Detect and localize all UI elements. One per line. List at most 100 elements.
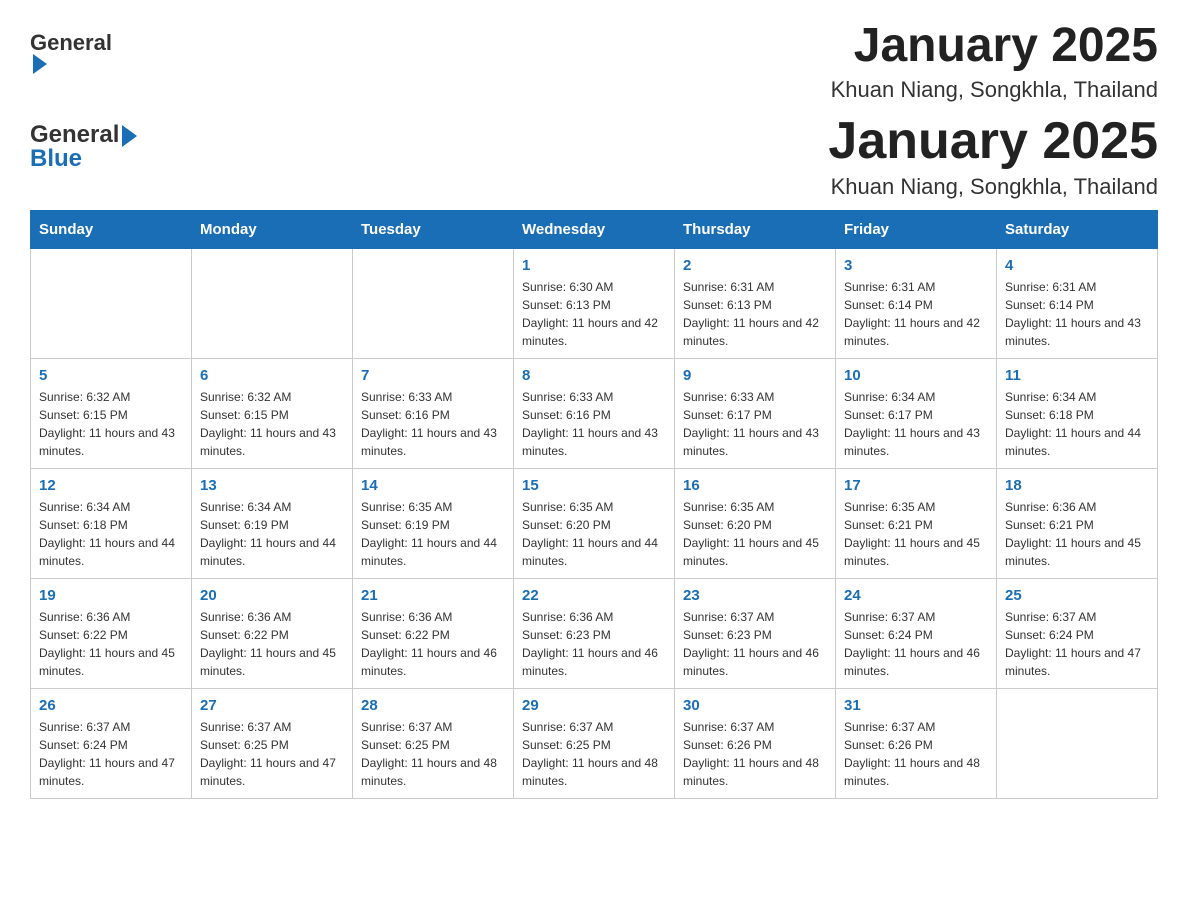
day-number: 18	[1005, 477, 1149, 494]
calendar-header-row: SundayMondayTuesdayWednesdayThursdayFrid…	[31, 210, 1158, 248]
day-number: 13	[200, 477, 344, 494]
header-tuesday: Tuesday	[353, 210, 514, 248]
day-info: Sunrise: 6:34 AMSunset: 6:17 PMDaylight:…	[844, 388, 988, 460]
day-cell: 3 Sunrise: 6:31 AMSunset: 6:14 PMDaylight…	[836, 248, 997, 358]
day-cell	[997, 688, 1158, 798]
day-cell: 14 Sunrise: 6:35 AMSunset: 6:19 PMDayligh…	[353, 468, 514, 578]
day-number: 22	[522, 587, 666, 604]
day-cell: 31 Sunrise: 6:37 AMSunset: 6:26 PMDayligh…	[836, 688, 997, 798]
day-cell: 9 Sunrise: 6:33 AMSunset: 6:17 PMDaylight…	[675, 358, 836, 468]
day-cell: 17Sunrise: 6:35 AMSunset: 6:21 PMDayligh…	[836, 468, 997, 578]
day-info: Sunrise: 6:35 AMSunset: 6:19 PMDaylight:…	[361, 498, 505, 570]
day-number: 12	[39, 477, 183, 494]
day-number: 26	[39, 697, 183, 714]
day-cell: 25 Sunrise: 6:37 AMSunset: 6:24 PMDayligh…	[997, 578, 1158, 688]
day-info: Sunrise: 6:32 AMSunset: 6:15 PMDaylight:…	[39, 388, 183, 460]
day-number: 25	[1005, 587, 1149, 604]
day-number: 28	[361, 697, 505, 714]
logo-blue-text: Blue	[30, 145, 82, 173]
day-info: Sunrise: 6:33 AMSunset: 6:17 PMDaylight:…	[683, 388, 827, 460]
day-info: Sunrise: 6:37 AMSunset: 6:25 PMDaylight:…	[200, 718, 344, 790]
week-row-1: 1 Sunrise: 6:30 AMSunset: 6:13 PMDaylight…	[31, 248, 1158, 358]
month-year-title: January 2025	[828, 113, 1158, 170]
day-number: 29	[522, 697, 666, 714]
header-monday: Monday	[192, 210, 353, 248]
day-cell: 7 Sunrise: 6:33 AMSunset: 6:16 PMDaylight…	[353, 358, 514, 468]
day-number: 4	[1005, 257, 1149, 274]
day-info: Sunrise: 6:35 AMSunset: 6:20 PMDaylight:…	[683, 498, 827, 570]
day-cell	[31, 248, 192, 358]
day-cell: 2 Sunrise: 6:31 AMSunset: 6:13 PMDaylight…	[675, 248, 836, 358]
day-cell: 30 Sunrise: 6:37 AMSunset: 6:26 PMDayligh…	[675, 688, 836, 798]
day-number: 23	[683, 587, 827, 604]
day-number: 27	[200, 697, 344, 714]
day-cell: 12 Sunrise: 6:34 AMSunset: 6:18 PMDayligh…	[31, 468, 192, 578]
day-number: 31	[844, 697, 988, 714]
day-info: Sunrise: 6:37 AMSunset: 6:24 PMDaylight:…	[1005, 608, 1149, 680]
day-number: 2	[683, 257, 827, 274]
day-number: 30	[683, 697, 827, 714]
day-info: Sunrise: 6:31 AMSunset: 6:13 PMDaylight:…	[683, 278, 827, 350]
month-title: January 2025	[831, 20, 1158, 73]
day-number: 21	[361, 587, 505, 604]
day-info: Sunrise: 6:30 AMSunset: 6:13 PMDaylight:…	[522, 278, 666, 350]
day-info: Sunrise: 6:34 AMSunset: 6:18 PMDaylight:…	[39, 498, 183, 570]
day-cell	[192, 248, 353, 358]
day-info: Sunrise: 6:36 AMSunset: 6:22 PMDaylight:…	[200, 608, 344, 680]
header-saturday: Saturday	[997, 210, 1158, 248]
week-row-5: 26 Sunrise: 6:37 AMSunset: 6:24 PMDayligh…	[31, 688, 1158, 798]
day-cell	[353, 248, 514, 358]
day-cell: 8 Sunrise: 6:33 AMSunset: 6:16 PMDaylight…	[514, 358, 675, 468]
day-number: 8	[522, 367, 666, 384]
day-cell: 13Sunrise: 6:34 AMSunset: 6:19 PMDayligh…	[192, 468, 353, 578]
day-info: Sunrise: 6:34 AMSunset: 6:18 PMDaylight:…	[1005, 388, 1149, 460]
day-number: 7	[361, 367, 505, 384]
day-number: 14	[361, 477, 505, 494]
day-number: 1	[522, 257, 666, 274]
day-info: Sunrise: 6:32 AMSunset: 6:15 PMDaylight:…	[200, 388, 344, 460]
day-cell: 21 Sunrise: 6:36 AMSunset: 6:22 PMDayligh…	[353, 578, 514, 688]
day-cell: 15Sunrise: 6:35 AMSunset: 6:20 PMDayligh…	[514, 468, 675, 578]
day-number: 5	[39, 367, 183, 384]
day-info: Sunrise: 6:31 AMSunset: 6:14 PMDaylight:…	[1005, 278, 1149, 350]
calendar-table: SundayMondayTuesdayWednesdayThursdayFrid…	[30, 210, 1158, 799]
day-info: Sunrise: 6:37 AMSunset: 6:24 PMDaylight:…	[39, 718, 183, 790]
day-cell: 10Sunrise: 6:34 AMSunset: 6:17 PMDayligh…	[836, 358, 997, 468]
day-info: Sunrise: 6:37 AMSunset: 6:23 PMDaylight:…	[683, 608, 827, 680]
day-info: Sunrise: 6:36 AMSunset: 6:23 PMDaylight:…	[522, 608, 666, 680]
day-cell: 29 Sunrise: 6:37 AMSunset: 6:25 PMDayligh…	[514, 688, 675, 798]
logo-arrow-icon	[33, 54, 47, 74]
day-info: Sunrise: 6:35 AMSunset: 6:21 PMDaylight:…	[844, 498, 988, 570]
day-number: 16	[683, 477, 827, 494]
day-info: Sunrise: 6:37 AMSunset: 6:24 PMDaylight:…	[844, 608, 988, 680]
day-info: Sunrise: 6:37 AMSunset: 6:26 PMDaylight:…	[683, 718, 827, 790]
day-cell: 22 Sunrise: 6:36 AMSunset: 6:23 PMDayligh…	[514, 578, 675, 688]
day-info: Sunrise: 6:37 AMSunset: 6:25 PMDaylight:…	[361, 718, 505, 790]
day-cell: 4 Sunrise: 6:31 AMSunset: 6:14 PMDaylight…	[997, 248, 1158, 358]
day-cell: 23 Sunrise: 6:37 AMSunset: 6:23 PMDayligh…	[675, 578, 836, 688]
header-friday: Friday	[836, 210, 997, 248]
header-thursday: Thursday	[675, 210, 836, 248]
day-info: Sunrise: 6:33 AMSunset: 6:16 PMDaylight:…	[361, 388, 505, 460]
page-header: General January 2025 Khuan Niang, Songkh…	[30, 20, 1158, 103]
day-info: Sunrise: 6:31 AMSunset: 6:14 PMDaylight:…	[844, 278, 988, 350]
day-number: 9	[683, 367, 827, 384]
header-sunday: Sunday	[31, 210, 192, 248]
day-info: Sunrise: 6:36 AMSunset: 6:21 PMDaylight:…	[1005, 498, 1149, 570]
day-info: Sunrise: 6:36 AMSunset: 6:22 PMDaylight:…	[361, 608, 505, 680]
week-row-2: 5 Sunrise: 6:32 AMSunset: 6:15 PMDaylight…	[31, 358, 1158, 468]
day-info: Sunrise: 6:36 AMSunset: 6:22 PMDaylight:…	[39, 608, 183, 680]
title-section: January 2025 Khuan Niang, Songkhla, Thai…	[831, 20, 1158, 103]
day-info: Sunrise: 6:37 AMSunset: 6:25 PMDaylight:…	[522, 718, 666, 790]
day-cell: 16 Sunrise: 6:35 AMSunset: 6:20 PMDayligh…	[675, 468, 836, 578]
day-info: Sunrise: 6:35 AMSunset: 6:20 PMDaylight:…	[522, 498, 666, 570]
day-number: 19	[39, 587, 183, 604]
day-number: 3	[844, 257, 988, 274]
day-info: Sunrise: 6:33 AMSunset: 6:16 PMDaylight:…	[522, 388, 666, 460]
header-titles: January 2025 Khuan Niang, Songkhla, Thai…	[828, 113, 1158, 200]
day-cell: 1 Sunrise: 6:30 AMSunset: 6:13 PMDaylight…	[514, 248, 675, 358]
day-info: Sunrise: 6:37 AMSunset: 6:26 PMDaylight:…	[844, 718, 988, 790]
day-number: 6	[200, 367, 344, 384]
day-cell: 18 Sunrise: 6:36 AMSunset: 6:21 PMDayligh…	[997, 468, 1158, 578]
day-cell: 27 Sunrise: 6:37 AMSunset: 6:25 PMDayligh…	[192, 688, 353, 798]
